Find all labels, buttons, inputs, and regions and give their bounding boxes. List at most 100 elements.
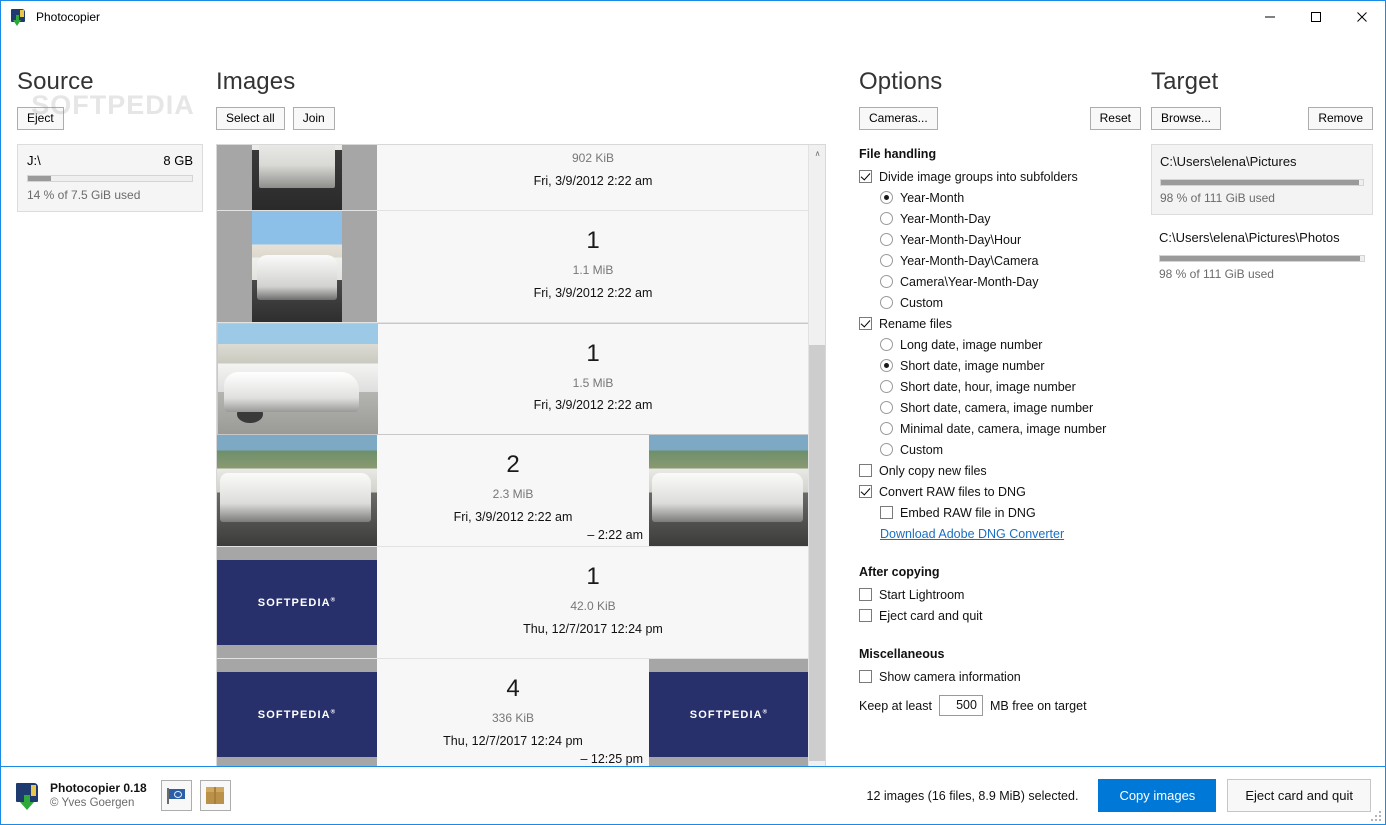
maximize-button[interactable] <box>1293 1 1339 32</box>
target-entry[interactable]: C:\Users\elena\Pictures 98 % of 111 GiB u… <box>1151 144 1373 215</box>
divide-subfolders-radio[interactable] <box>880 191 893 204</box>
target-panel: Target Browse... Remove C:\Users\elena\P… <box>1151 68 1373 296</box>
photo-thumbnail <box>218 324 378 434</box>
copy-images-button[interactable]: Copy images <box>1098 779 1217 812</box>
images-scrollbar[interactable]: ∧ ∨ <box>808 145 825 788</box>
divide-subfolders-option-label: Year-Month-Day\Hour <box>900 233 1022 247</box>
rename-files-checkbox[interactable] <box>859 317 872 330</box>
photo-thumbnail <box>252 211 342 322</box>
rename-files-option-row[interactable]: Short date, image number <box>859 358 1141 374</box>
keep-free-input[interactable]: 500 <box>938 695 983 716</box>
app-window: Photocopier Source Eject J:\ 8 GB 14 % o… <box>0 0 1386 825</box>
divide-subfolders-label: Divide image groups into subfolders <box>879 170 1078 184</box>
show-camera-info-row[interactable]: Show camera information <box>859 669 1141 685</box>
resize-grip[interactable] <box>1370 810 1382 822</box>
image-group-row[interactable]: SOFTPEDIA® 1 42.0 KiB Thu, 12/7/2017 12:24 … <box>217 547 809 659</box>
row-thumbnail: SOFTPEDIA® <box>217 659 377 770</box>
scrollbar-thumb[interactable] <box>809 345 825 761</box>
rename-files-radio[interactable] <box>880 422 893 435</box>
convert-dng-checkbox[interactable] <box>859 485 872 498</box>
rename-files-option-row[interactable]: Long date, image number <box>859 337 1141 353</box>
target-entry[interactable]: C:\Users\elena\Pictures\Photos 98 % of 11… <box>1151 221 1373 290</box>
rename-files-radio[interactable] <box>880 380 893 393</box>
rename-files-option-row[interactable]: Custom <box>859 442 1141 458</box>
rename-files-option-row[interactable]: Minimal date, camera, image number <box>859 421 1141 437</box>
rename-files-radio[interactable] <box>880 338 893 351</box>
remove-button[interactable]: Remove <box>1308 107 1373 130</box>
reset-button[interactable]: Reset <box>1089 107 1141 130</box>
rename-files-option-row[interactable]: Short date, hour, image number <box>859 379 1141 395</box>
close-button[interactable] <box>1339 1 1385 32</box>
photo-thumbnail <box>649 435 809 546</box>
divide-subfolders-checkbox-row[interactable]: Divide image groups into subfolders <box>859 169 1141 185</box>
row-thumbnail <box>217 145 377 210</box>
rename-files-option-label: Short date, hour, image number <box>900 380 1076 394</box>
after-copying-checkbox[interactable] <box>859 609 872 622</box>
divide-subfolders-option-row[interactable]: Custom <box>859 295 1141 311</box>
cameras-button[interactable]: Cameras... <box>859 107 938 130</box>
divide-subfolders-radio[interactable] <box>880 212 893 225</box>
images-list[interactable]: 1 902 KiB Fri, 3/9/2012 2:22 am 1 1.1 MiB Fri… <box>216 144 826 789</box>
rename-files-option-row[interactable]: Short date, camera, image number <box>859 400 1141 416</box>
keep-free-prefix: Keep at least <box>859 698 932 713</box>
download-dng-converter-link[interactable]: Download Adobe DNG Converter <box>880 526 1064 542</box>
scroll-up-icon[interactable]: ∧ <box>809 145 825 162</box>
image-group-row[interactable]: 2 2.3 MiB Fri, 3/9/2012 2:22 am – 2:22 am <box>217 435 809 547</box>
softpedia-logo: SOFTPEDIA® <box>649 672 809 757</box>
convert-dng-row[interactable]: Convert RAW files to DNG <box>859 484 1141 500</box>
divide-subfolders-option-row[interactable]: Year-Month-Day\Hour <box>859 232 1141 248</box>
group-size: 1.1 MiB <box>572 263 614 277</box>
image-group-row[interactable]: 1902 KiBFri, 3/9/2012 2:22 am <box>217 145 809 211</box>
browse-button[interactable]: Browse... <box>1151 107 1222 130</box>
group-date: Thu, 12/7/2017 12:24 pm <box>523 622 663 636</box>
divide-subfolders-option-row[interactable]: Camera\Year-Month-Day <box>859 274 1141 290</box>
rename-files-checkbox-row[interactable]: Rename files <box>859 316 1141 332</box>
divide-subfolders-radio[interactable] <box>880 233 893 246</box>
dng-download-row[interactable]: Download Adobe DNG Converter <box>859 526 1141 542</box>
group-date: Fri, 3/9/2012 2:22 am <box>533 286 653 300</box>
drive-usage-meter <box>27 175 193 182</box>
eject-card-quit-button[interactable]: Eject card and quit <box>1227 779 1371 812</box>
join-button[interactable]: Join <box>292 107 335 130</box>
rename-files-option-label: Custom <box>900 443 944 457</box>
select-all-button[interactable]: Select all <box>216 107 285 130</box>
language-button[interactable] <box>160 780 192 811</box>
photo-thumbnail <box>252 145 342 210</box>
divide-subfolders-radio[interactable] <box>880 254 893 267</box>
image-count: 2 <box>506 451 520 478</box>
after-copying-row[interactable]: Start Lightroom <box>859 587 1141 603</box>
rename-files-option-label: Short date, image number <box>900 359 1045 373</box>
divide-subfolders-option-row[interactable]: Year-Month-Day <box>859 211 1141 227</box>
rename-files-radio[interactable] <box>880 401 893 414</box>
divide-subfolders-option-row[interactable]: Year-Month-Day\Camera <box>859 253 1141 269</box>
row-thumbnail: SOFTPEDIA® <box>649 659 809 770</box>
source-panel: Source Eject J:\ 8 GB 14 % of 7.5 GiB us… <box>17 68 203 212</box>
rename-files-radio[interactable] <box>880 443 893 456</box>
embed-raw-label: Embed RAW file in DNG <box>900 506 1036 520</box>
keep-free-row: Keep at least 500 MB free on target <box>859 695 1141 716</box>
only-new-files-row[interactable]: Only copy new files <box>859 463 1141 479</box>
after-copying-row[interactable]: Eject card and quit <box>859 608 1141 624</box>
source-drive-card[interactable]: J:\ 8 GB 14 % of 7.5 GiB used <box>17 144 203 212</box>
target-usage-meter <box>1159 255 1365 262</box>
miscellaneous-heading: Miscellaneous <box>859 647 945 661</box>
embed-raw-row[interactable]: Embed RAW file in DNG <box>859 505 1141 521</box>
only-new-files-checkbox[interactable] <box>859 464 872 477</box>
image-group-row[interactable]: SOFTPEDIA® 4 336 KiB Thu, 12/7/2017 12:24 p… <box>217 659 809 771</box>
show-camera-info-checkbox[interactable] <box>859 670 872 683</box>
divide-subfolders-option-label: Custom <box>900 296 944 310</box>
main-content: Source Eject J:\ 8 GB 14 % of 7.5 GiB us… <box>1 32 1385 824</box>
eject-button[interactable]: Eject <box>17 107 64 130</box>
image-group-row[interactable]: 1 1.5 MiB Fri, 3/9/2012 2:22 am <box>217 323 809 435</box>
sd-card-download-icon <box>10 8 28 26</box>
divide-subfolders-checkbox[interactable] <box>859 170 872 183</box>
updates-button[interactable] <box>199 780 231 811</box>
minimize-button[interactable] <box>1247 1 1293 32</box>
divide-subfolders-radio[interactable] <box>880 275 893 288</box>
after-copying-checkbox[interactable] <box>859 588 872 601</box>
embed-raw-checkbox[interactable] <box>880 506 893 519</box>
rename-files-radio[interactable] <box>880 359 893 372</box>
divide-subfolders-radio[interactable] <box>880 296 893 309</box>
divide-subfolders-option-row[interactable]: Year-Month <box>859 190 1141 206</box>
image-group-row[interactable]: 1 1.1 MiB Fri, 3/9/2012 2:22 am <box>217 211 809 323</box>
